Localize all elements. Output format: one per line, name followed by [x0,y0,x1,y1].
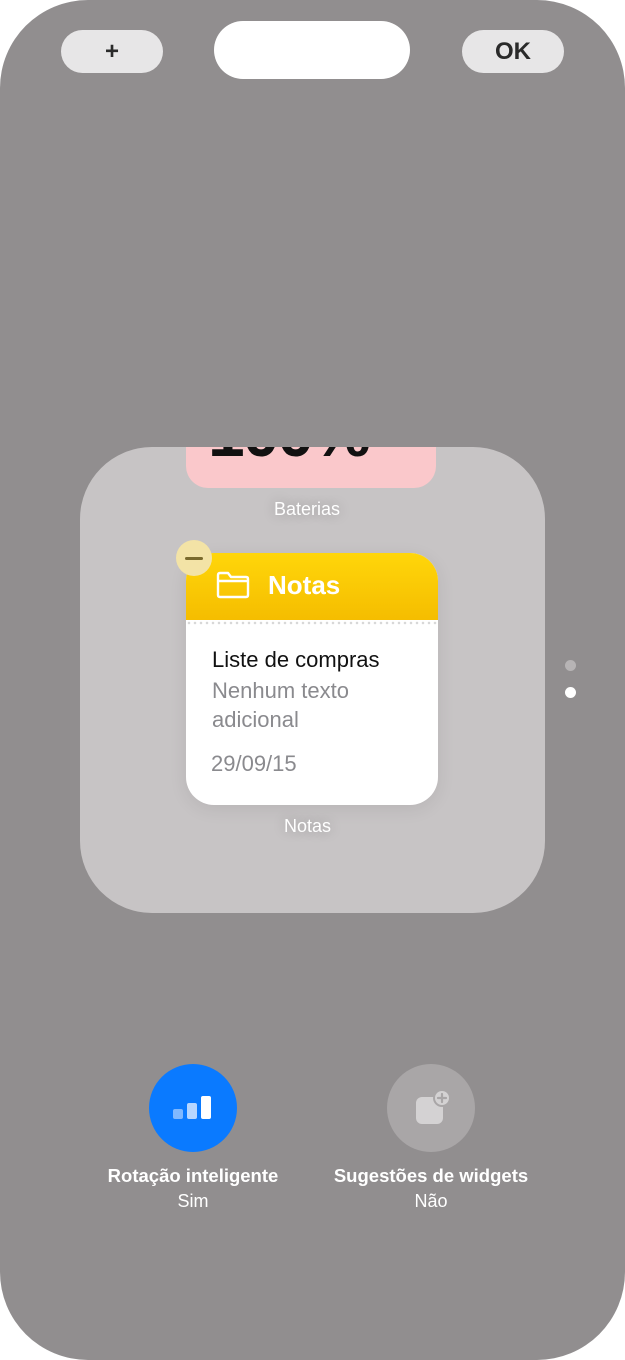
widget-suggestions-label: Sugestões de widgets [333,1165,529,1186]
smart-rotation-option[interactable]: Rotação inteligente Sim [73,1064,313,1212]
note-date: 29/09/15 [211,751,297,776]
perforation-divider [186,620,438,626]
page-dot-2-active[interactable] [565,687,576,698]
notes-widget-label: Notas [284,816,332,836]
note-subtitle: Nenhum texto adicional [212,678,349,732]
widget-suggestions-toggle[interactable] [387,1064,475,1152]
smart-rotation-value: Sim [177,1191,209,1211]
notes-header: Notas [186,553,438,620]
battery-percentage: 100% [208,447,371,471]
battery-widget[interactable]: 100% [186,447,436,488]
page-dot-1[interactable] [565,660,576,671]
folder-icon [216,571,250,599]
widget-stack[interactable]: 100% Baterias Notas Liste de compras Nen… [80,447,545,913]
widget-suggestions-option[interactable]: Sugestões de widgets Não [311,1064,551,1212]
screen-background: + OK 100% Baterias Notas Liste de compra… [0,0,625,1360]
smart-rotation-label: Rotação inteligente [107,1165,279,1186]
minus-icon [185,556,203,560]
done-button[interactable]: OK [462,30,564,73]
remove-widget-button[interactable] [176,540,212,576]
battery-widget-label: Baterias [274,499,341,519]
add-widget-button[interactable]: + [61,30,163,73]
dynamic-island [214,21,410,79]
note-title: Liste de compras [212,647,380,672]
widget-suggestions-value: Não [414,1191,448,1211]
widget-suggestion-icon [416,1089,451,1124]
smart-rotation-icon [173,1096,211,1119]
notes-app-title: Notas [268,570,341,600]
notes-widget[interactable]: Notas Liste de compras Nenhum texto adic… [186,553,438,805]
smart-rotation-toggle[interactable] [149,1064,237,1152]
